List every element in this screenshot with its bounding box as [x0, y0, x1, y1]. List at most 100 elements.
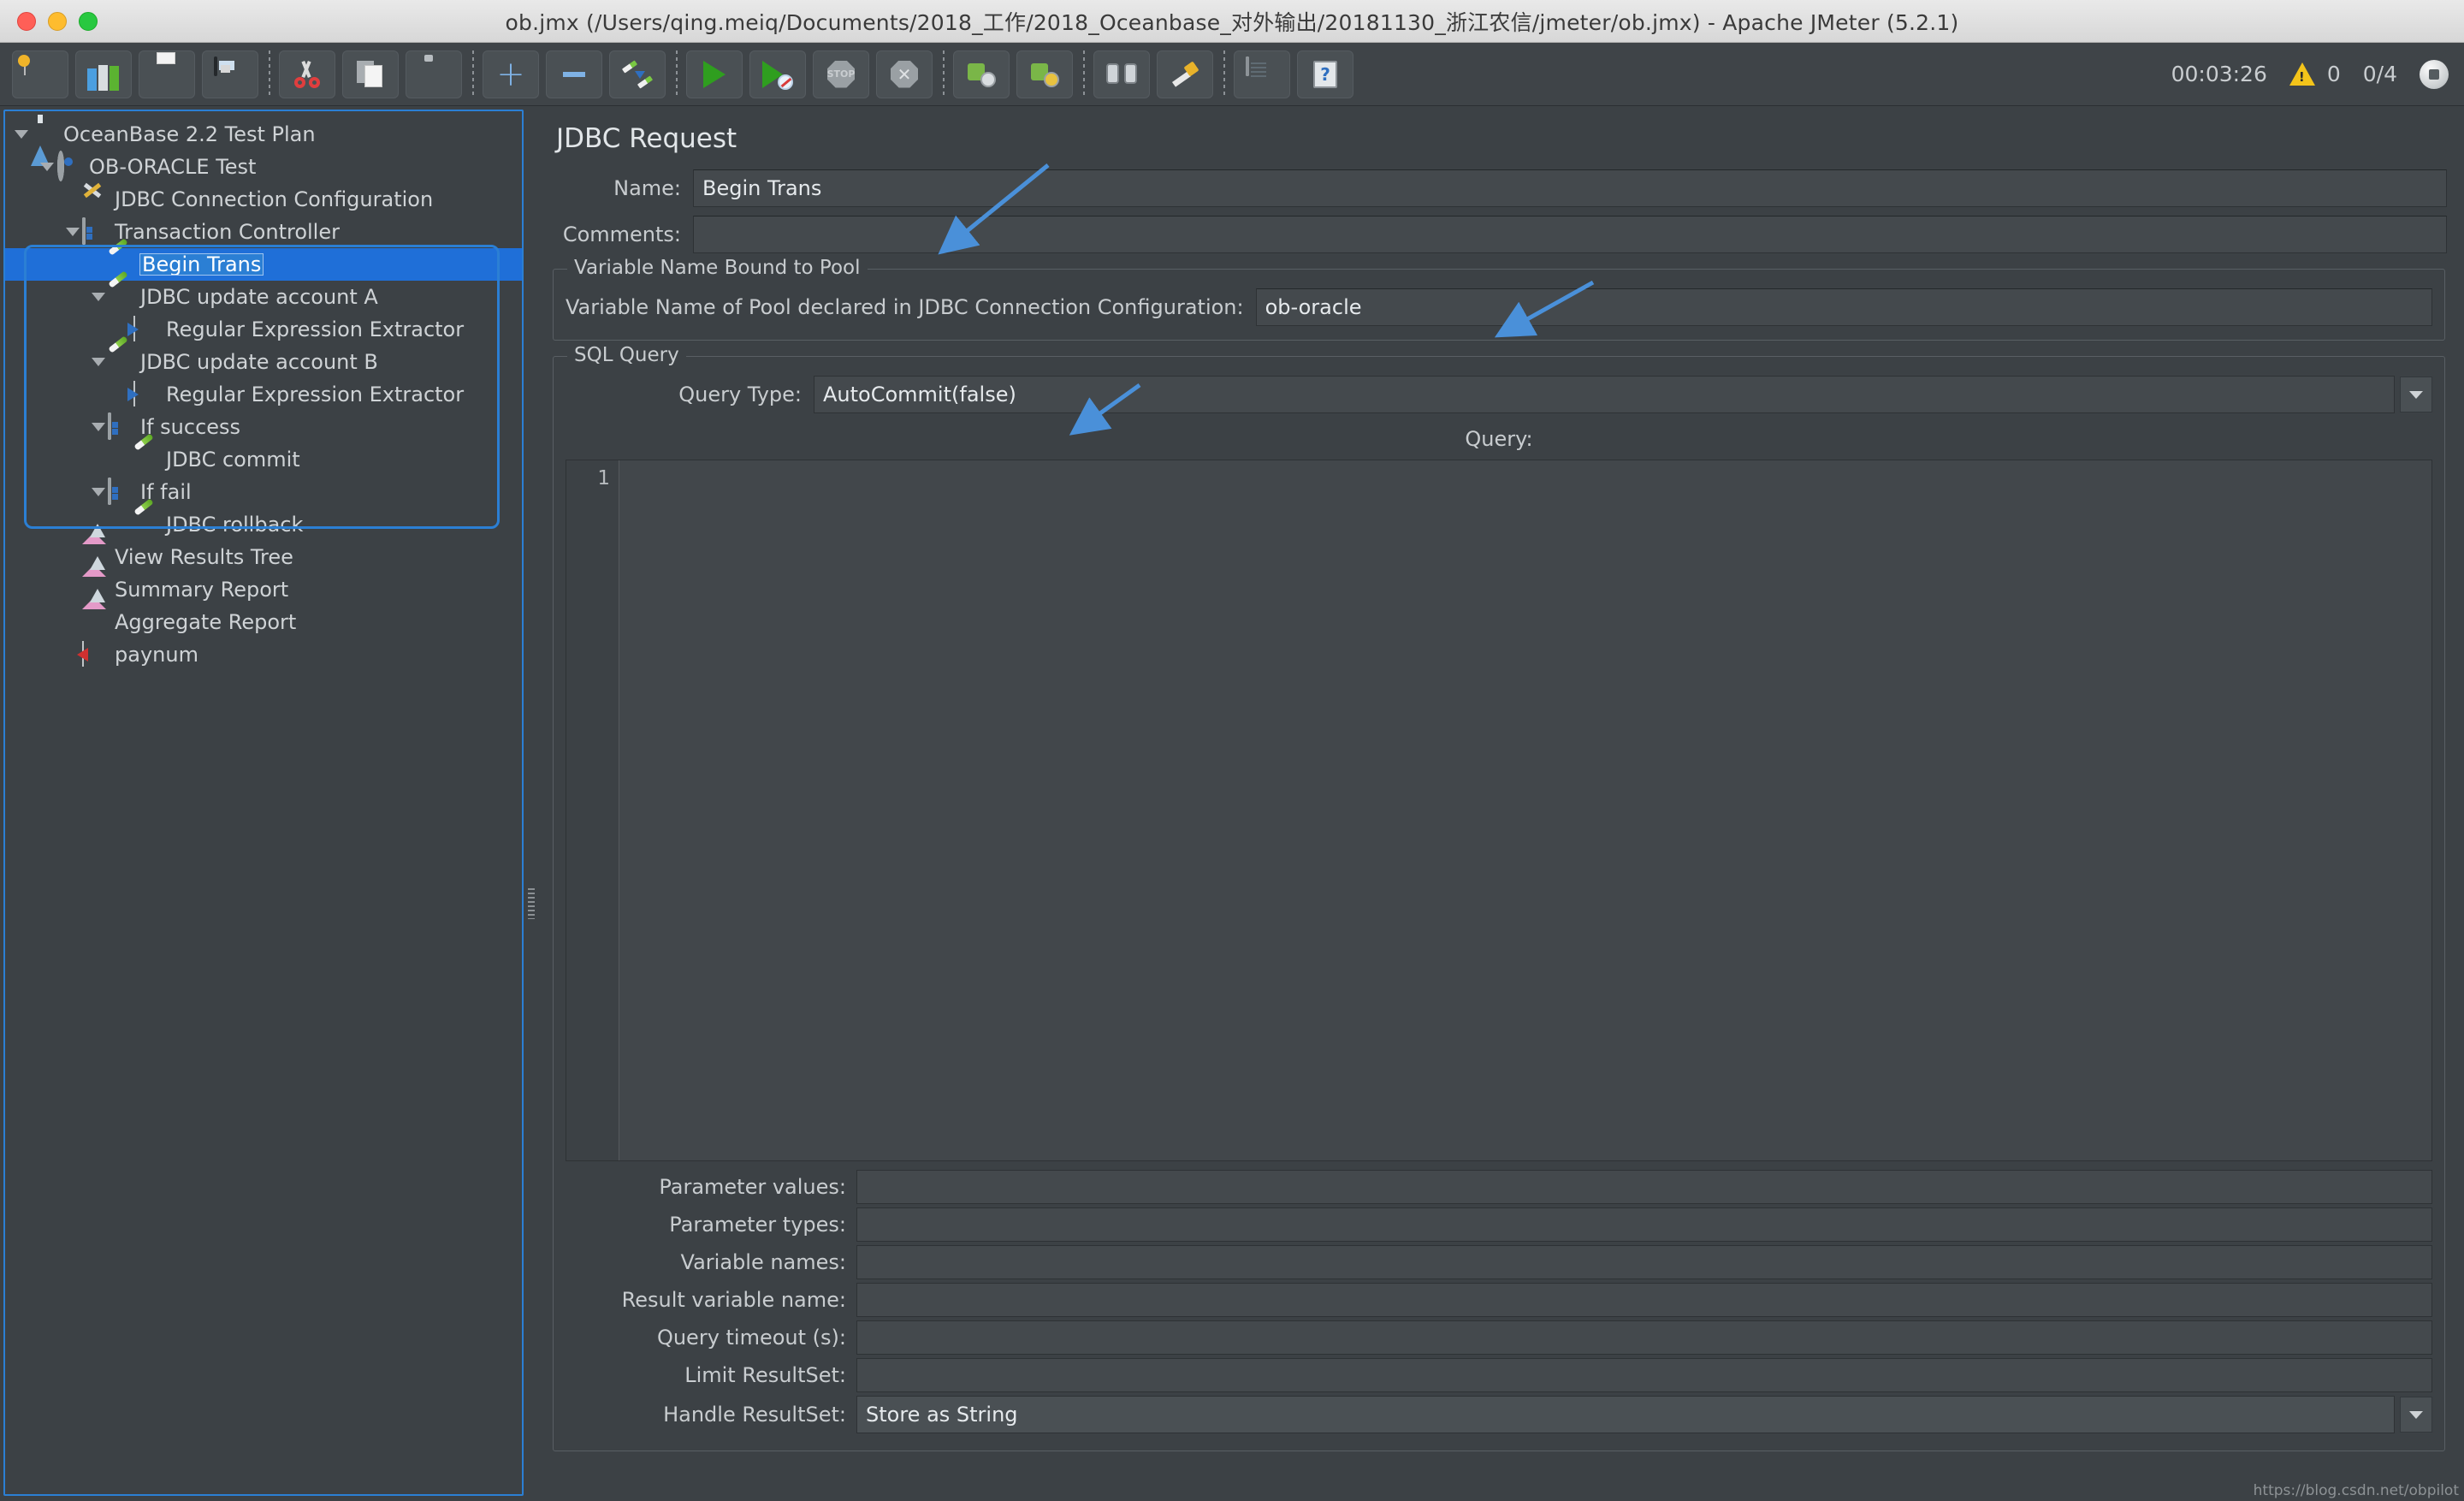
tree-expand-arrow-icon[interactable]	[63, 222, 82, 241]
tree-node-transaction-controller[interactable]: Transaction Controller	[5, 216, 522, 248]
log-viewer-button[interactable]	[1234, 50, 1290, 98]
field-row-result-variable-name: Result variable name:	[566, 1283, 2432, 1317]
paste-button[interactable]	[406, 50, 462, 98]
field-input-variable-names[interactable]	[856, 1245, 2432, 1279]
remote-stop-icon	[1029, 61, 1060, 88]
post-processor-extractor-icon	[133, 381, 159, 407]
sql-query-group: SQL Query Query Type: AutoCommit(false) …	[553, 344, 2445, 1451]
tree-node-jdbc-update-account-b[interactable]: JDBC update account B	[5, 335, 522, 378]
pool-variable-input[interactable]: ob-oracle	[1255, 288, 2432, 326]
tree-arrow-placeholder	[115, 450, 133, 469]
tree-node-label: Regular Expression Extractor	[166, 383, 465, 406]
expand-all-button[interactable]: +	[483, 50, 539, 98]
remote-start-all-button[interactable]	[953, 50, 1010, 98]
start-no-pauses-button[interactable]	[749, 50, 806, 98]
tree-expand-arrow-icon[interactable]	[89, 418, 108, 436]
post-processor-extractor-icon	[133, 316, 159, 342]
query-editor[interactable]: 1	[566, 460, 2432, 1161]
stop-button[interactable]: STOP	[813, 50, 869, 98]
field-input-query-timeout-s[interactable]	[856, 1320, 2432, 1355]
divider-grip[interactable]	[528, 888, 535, 919]
tree-arrow-placeholder	[63, 613, 82, 632]
query-text-area[interactable]	[619, 460, 2431, 1160]
query-type-select[interactable]: AutoCommit(false)	[814, 376, 2395, 413]
tree-expand-arrow-icon[interactable]	[12, 125, 31, 144]
jdbc-sampler-icon	[108, 270, 133, 310]
cut-button[interactable]	[279, 50, 335, 98]
field-input-result-variable-name[interactable]	[856, 1283, 2432, 1317]
tree-node-regular-expression-extractor[interactable]: Regular Expression Extractor	[5, 313, 522, 346]
chevron-down-icon[interactable]	[2400, 377, 2432, 412]
tree-node-label: JDBC update account A	[140, 285, 378, 309]
tree-node-oceanbase-2-2-test-plan[interactable]: OceanBase 2.2 Test Plan	[5, 118, 522, 166]
clear-all-button[interactable]	[1157, 50, 1213, 98]
toolbar-group-tree: +	[483, 50, 672, 98]
chevron-down-icon[interactable]	[2400, 1397, 2432, 1433]
toggle-icon	[621, 59, 654, 89]
search-button[interactable]	[1093, 50, 1150, 98]
field-row-limit-resultset: Limit ResultSet:	[566, 1358, 2432, 1392]
toggle-button[interactable]	[609, 50, 666, 98]
tree-node-regular-expression-extractor[interactable]: Regular Expression Extractor	[5, 378, 522, 411]
field-input-parameter-values[interactable]	[856, 1170, 2432, 1204]
open-folder-icon	[151, 58, 183, 91]
query-line-number: 1	[566, 460, 619, 1160]
tree-expand-arrow-icon[interactable]	[89, 288, 108, 306]
warning-indicator[interactable]: 0	[2289, 62, 2341, 86]
comments-input[interactable]	[693, 216, 2447, 253]
field-row-variable-names: Variable names:	[566, 1245, 2432, 1279]
field-select-handle-resultset[interactable]: Store as String	[856, 1396, 2395, 1433]
field-row-handle-resultset: Handle ResultSet: Store as String	[566, 1396, 2432, 1433]
brush-icon	[1170, 60, 1199, 88]
jdbc-request-panel: JDBC Request Name: Begin Trans Comments:…	[548, 110, 2457, 1496]
tree-node-label: OceanBase 2.2 Test Plan	[63, 122, 316, 146]
shutdown-button[interactable]: ✕	[876, 50, 933, 98]
tree-expand-arrow-icon[interactable]	[89, 483, 108, 501]
test-plan-tree[interactable]: OceanBase 2.2 Test Plan OB-ORACLE Test JDB…	[3, 110, 524, 1496]
start-button[interactable]	[686, 50, 743, 98]
tree-arrow-placeholder	[89, 255, 108, 274]
tree-node-if-fail[interactable]: If fail	[5, 476, 522, 508]
tree-node-jdbc-commit[interactable]: JDBC commit	[5, 433, 522, 476]
minus-icon	[563, 71, 585, 77]
remote-engines-icon[interactable]	[2420, 59, 2449, 89]
copy-button[interactable]	[342, 50, 399, 98]
tree-node-if-success[interactable]: If success	[5, 411, 522, 443]
elapsed-timer: 00:03:26	[2171, 62, 2267, 86]
tree-node-jdbc-connection-configuration[interactable]: JDBC Connection Configuration	[5, 182, 522, 216]
log-icon	[1246, 56, 1278, 91]
toolbar-separator-4	[943, 50, 945, 98]
toolbar-group-file	[12, 50, 265, 98]
tree-node-paynum[interactable]: paynum	[5, 638, 522, 671]
config-wrench-icon	[82, 182, 108, 212]
templates-button[interactable]	[75, 50, 132, 98]
play-green-icon	[703, 60, 726, 88]
field-row-parameter-types: Parameter types:	[566, 1207, 2432, 1242]
tree-node-label: Transaction Controller	[115, 220, 340, 244]
name-row: Name: Begin Trans	[548, 169, 2447, 207]
name-input[interactable]: Begin Trans	[693, 169, 2447, 207]
remote-stop-all-button[interactable]	[1016, 50, 1073, 98]
tree-expand-arrow-icon[interactable]	[38, 157, 56, 176]
tree-node-jdbc-update-account-a[interactable]: JDBC update account A	[5, 270, 522, 313]
tree-expand-arrow-icon[interactable]	[89, 353, 108, 371]
field-input-limit-resultset[interactable]	[856, 1358, 2432, 1392]
split-divider[interactable]	[525, 110, 537, 1496]
new-test-plan-button[interactable]	[12, 50, 68, 98]
listener-icon	[82, 609, 108, 635]
tree-node-begin-trans[interactable]: Begin Trans	[5, 238, 522, 281]
field-label-result-variable-name: Result variable name:	[621, 1288, 846, 1312]
open-button[interactable]	[139, 50, 195, 98]
pool-group-title: Variable Name Bound to Pool	[567, 257, 868, 279]
comments-label: Comments:	[562, 222, 681, 246]
query-type-value: AutoCommit(false)	[823, 383, 1016, 406]
collapse-all-button[interactable]	[546, 50, 602, 98]
help-button[interactable]: ?	[1297, 50, 1353, 98]
save-button[interactable]	[202, 50, 258, 98]
controller-icon	[82, 217, 108, 245]
field-label-parameter-types: Parameter types:	[669, 1213, 846, 1237]
field-input-parameter-types[interactable]	[856, 1207, 2432, 1242]
tree-node-aggregate-report[interactable]: Aggregate Report	[5, 606, 522, 638]
field-row-query-timeout-s: Query timeout (s):	[566, 1320, 2432, 1355]
tree-node-ob-oracle-test[interactable]: OB-ORACLE Test	[5, 151, 522, 183]
